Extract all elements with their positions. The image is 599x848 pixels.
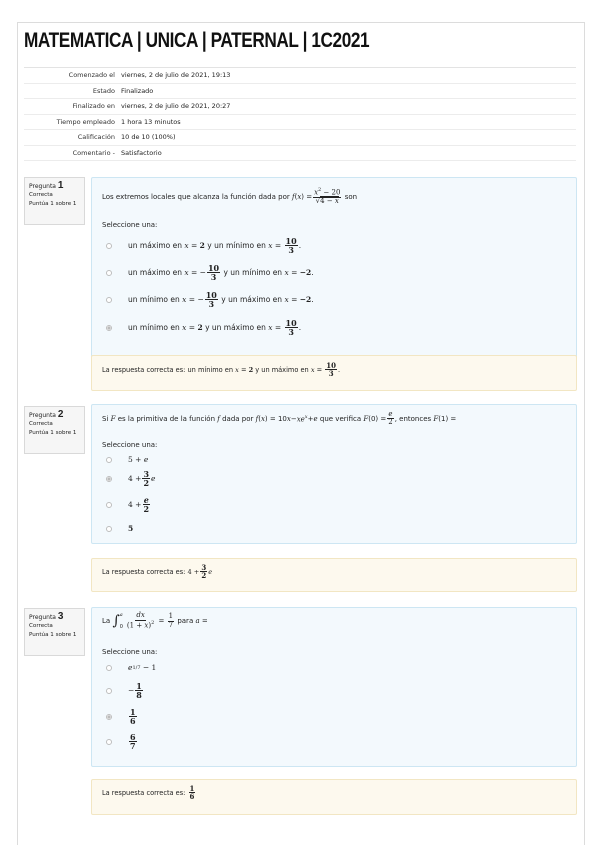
- option-1d[interactable]: un mínimo en x = 2 y un máximo en x = 10…: [106, 319, 301, 337]
- summary-row-grade: Calificación 10 de 10 (100%): [24, 130, 576, 146]
- question-info-3: Pregunta 3 Correcta Puntúa 1 sobre 1: [24, 608, 85, 656]
- question-status: Correcta: [29, 623, 53, 629]
- summary-label: Comenzado el: [68, 71, 115, 79]
- select-one-label: Seleccione una:: [102, 648, 158, 656]
- question-text-3: La ∫ a 0 dx (1 + x)2 = 17 para a =: [102, 611, 208, 630]
- option-3b[interactable]: −1 8: [106, 682, 144, 700]
- correct-answer-3: La respuesta correcta es: 16: [102, 784, 196, 802]
- option-2b[interactable]: 4 +3 2 e: [106, 470, 155, 488]
- summary-value: 10 de 10 (100%): [121, 133, 176, 141]
- question-box-2: Si F es la primitiva de la función f dad…: [91, 404, 577, 544]
- question-text-2: Si F es la primitiva de la función f dad…: [102, 410, 457, 427]
- radio-button[interactable]: [106, 269, 112, 276]
- summary-row-started: Comenzado el viernes, 2 de julio de 2021,…: [24, 68, 576, 84]
- summary-label: Calificación: [77, 133, 115, 141]
- attempt-summary-table: Comenzado el viernes, 2 de julio de 2021,…: [24, 67, 576, 161]
- question-text-1: Los extremos locales que alcanza la func…: [102, 187, 358, 205]
- summary-label: Tiempo empleado: [56, 117, 115, 126]
- radio-button-selected[interactable]: [106, 324, 112, 331]
- summary-value: Satisfactorio: [121, 148, 162, 157]
- radio-button[interactable]: [106, 456, 112, 463]
- select-one-label: Seleccione una:: [102, 441, 158, 449]
- option-3d[interactable]: 67: [106, 733, 138, 751]
- summary-row-time: Tiempo empleado 1 hora 13 minutos: [24, 115, 576, 130]
- summary-value: Finalizado: [121, 86, 154, 95]
- option-2d[interactable]: 5: [106, 524, 133, 533]
- quiz-review-page: MATEMATICA | UNICA | PATERNAL | 1C2021 C…: [17, 22, 585, 845]
- question-word: Pregunta: [29, 183, 56, 190]
- correct-answer-1: La respuesta correcta es: un mínimo en x…: [102, 361, 341, 379]
- option-3c[interactable]: 16: [106, 708, 138, 726]
- summary-value: viernes, 2 de julio de 2021, 19:13: [121, 71, 231, 79]
- question-box-3: La ∫ a 0 dx (1 + x)2 = 17 para a = Seleccion…: [91, 607, 577, 767]
- radio-button[interactable]: [106, 738, 112, 745]
- question-score: Puntúa 1 sobre 1: [29, 632, 77, 638]
- option-2c[interactable]: 4 + e 2: [106, 496, 151, 514]
- page-title: MATEMATICA | UNICA | PATERNAL | 1C2021: [24, 29, 370, 52]
- question-score: Puntúa 1 sobre 1: [29, 430, 77, 436]
- summary-row-state: Estado Finalizado: [24, 84, 576, 99]
- summary-label: Estado: [92, 86, 115, 95]
- summary-label: Finalizado en: [72, 102, 115, 110]
- question-word: Pregunta: [29, 614, 56, 621]
- feedback-box-1: La respuesta correcta es: un mínimo en x…: [91, 355, 577, 391]
- question-box-1: Los extremos locales que alcanza la func…: [91, 177, 577, 367]
- radio-button-selected[interactable]: [106, 475, 112, 482]
- question-number: 1: [57, 180, 64, 191]
- question-score: Puntúa 1 sobre 1: [29, 201, 77, 207]
- correct-answer-2: La respuesta correcta es: 4 +3 2 e: [102, 563, 213, 581]
- question-info-1: Pregunta 1 Correcta Puntúa 1 sobre 1: [24, 177, 85, 225]
- radio-button[interactable]: [106, 525, 112, 532]
- select-one-label: Seleccione una:: [102, 221, 158, 229]
- radio-button[interactable]: [106, 501, 112, 508]
- question-status: Correcta: [29, 421, 53, 427]
- question-status: Correcta: [29, 192, 53, 198]
- summary-value: 1 hora 13 minutos: [121, 117, 181, 126]
- radio-button[interactable]: [106, 687, 112, 694]
- feedback-box-2: La respuesta correcta es: 4 +3 2 e: [91, 558, 577, 592]
- radio-button[interactable]: [106, 664, 112, 671]
- feedback-box-3: La respuesta correcta es: 16: [91, 779, 577, 815]
- radio-button-selected[interactable]: [106, 713, 112, 720]
- radio-button[interactable]: [106, 296, 112, 303]
- question-number: 2: [57, 409, 64, 420]
- summary-row-comment: Comentario - Satisfactorio: [24, 146, 576, 161]
- option-3a[interactable]: e 1/7 − 1: [106, 663, 156, 672]
- option-1c[interactable]: un mínimo en x = −10 3 y un máximo en x =…: [106, 291, 314, 309]
- summary-row-finished: Finalizado en viernes, 2 de julio de 2021…: [24, 99, 576, 115]
- option-1b[interactable]: un máximo en x = −10 3 y un mínimo en x =…: [106, 264, 314, 282]
- radio-button[interactable]: [106, 242, 112, 249]
- summary-label: Comentario -: [72, 148, 115, 157]
- summary-value: viernes, 2 de julio de 2021, 20:27: [121, 102, 231, 110]
- question-info-2: Pregunta 2 Correcta Puntúa 1 sobre 1: [24, 406, 85, 454]
- option-2a[interactable]: 5 + e: [106, 455, 148, 464]
- question-number: 3: [57, 611, 64, 622]
- question-word: Pregunta: [29, 412, 56, 419]
- option-1a[interactable]: un máximo en x = 2 y un mínimo en x = 10…: [106, 237, 301, 255]
